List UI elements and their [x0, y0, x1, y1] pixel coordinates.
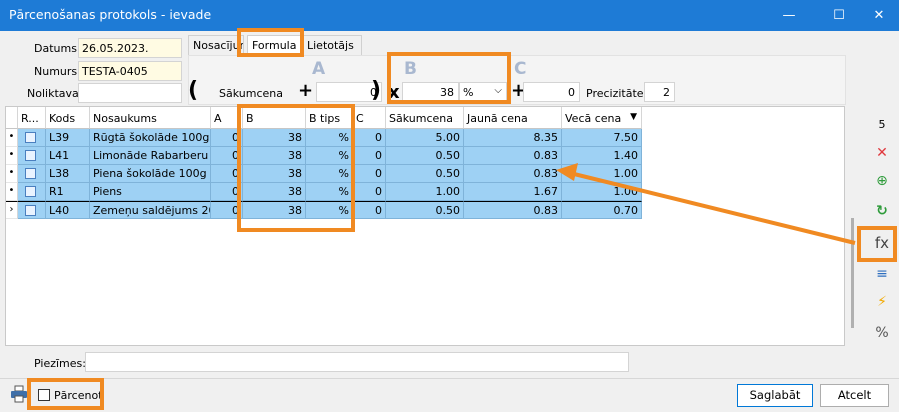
annotation-arrow [556, 163, 856, 245]
